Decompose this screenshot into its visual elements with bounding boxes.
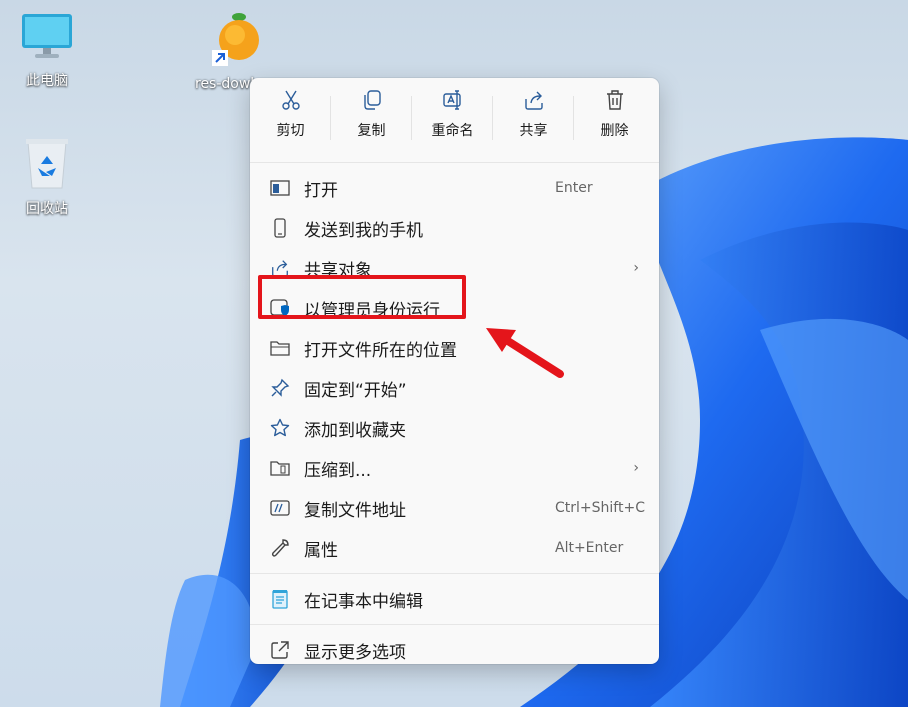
folder-icon xyxy=(268,336,292,360)
chevron-right-icon: › xyxy=(633,460,639,476)
external-link-icon xyxy=(268,638,292,662)
wrench-icon xyxy=(268,536,292,560)
copy-label: 复制 xyxy=(357,123,386,139)
menu-item-label: 属性 xyxy=(304,540,338,561)
menu-item-show-more-options[interactable]: 显示更多选项 xyxy=(250,630,659,670)
menu-item-add-to-favorites[interactable]: 添加到收藏夹 xyxy=(250,408,659,448)
menu-item-label: 发送到我的手机 xyxy=(304,220,423,241)
menu-item-label: 复制文件地址 xyxy=(304,500,406,521)
monitor-icon xyxy=(19,12,75,66)
star-icon xyxy=(268,416,292,440)
menu-item-label: 在记事本中编辑 xyxy=(304,591,423,612)
delete-button[interactable]: 删除 xyxy=(574,88,655,140)
desktop-icon-label: 回收站 xyxy=(26,201,68,217)
window-icon xyxy=(268,176,292,200)
rename-icon xyxy=(441,88,465,112)
shortcut-label: Alt+Enter xyxy=(555,540,624,556)
rename-button[interactable]: 重命名 xyxy=(412,88,493,140)
phone-icon xyxy=(268,216,292,240)
menu-item-open-file-location[interactable]: 打开文件所在的位置 xyxy=(250,328,659,368)
menu-item-edit-in-notepad[interactable]: 在记事本中编辑 xyxy=(250,579,659,619)
copy-icon xyxy=(360,88,384,112)
menu-item-copy-as-path[interactable]: 复制文件地址 Ctrl+Shift+C xyxy=(250,488,659,528)
desktop: 此电脑 res-dowl 回收站 剪切 复制 重命名 共享 删除 打开 Ente… xyxy=(0,0,908,707)
copy-path-icon xyxy=(268,496,292,520)
cut-button[interactable]: 剪切 xyxy=(250,88,331,140)
menu-item-label: 压缩到... xyxy=(304,460,372,481)
menu-item-open[interactable]: 打开 Enter xyxy=(250,168,659,208)
shortcut-label: Ctrl+Shift+C xyxy=(555,500,645,516)
trash-icon xyxy=(603,88,627,112)
scissors-icon xyxy=(279,88,303,112)
menu-item-pin-to-start[interactable]: 固定到“开始” xyxy=(250,368,659,408)
delete-label: 删除 xyxy=(600,123,629,139)
recycle-bin-icon xyxy=(22,136,72,194)
desktop-icon-label: 此电脑 xyxy=(26,73,68,89)
orange-app-icon xyxy=(205,10,265,72)
menu-item-label: 添加到收藏夹 xyxy=(304,420,406,441)
menu-item-label: 打开文件所在的位置 xyxy=(304,340,457,361)
notepad-icon xyxy=(268,587,292,611)
menu-item-properties[interactable]: 属性 Alt+Enter xyxy=(250,528,659,568)
copy-button[interactable]: 复制 xyxy=(331,88,412,140)
chevron-right-icon: › xyxy=(633,260,639,276)
quick-action-bar: 剪切 复制 重命名 共享 删除 xyxy=(250,78,659,162)
share-icon xyxy=(522,88,546,112)
share-button[interactable]: 共享 xyxy=(493,88,574,140)
pin-icon xyxy=(268,376,292,400)
zip-folder-icon xyxy=(268,456,292,480)
shortcut-label: Enter xyxy=(555,180,593,196)
rename-label: 重命名 xyxy=(431,123,474,139)
menu-item-label: 固定到“开始” xyxy=(304,380,407,401)
cut-label: 剪切 xyxy=(276,123,305,139)
annotation-arrow xyxy=(486,328,564,378)
menu-item-label: 显示更多选项 xyxy=(304,642,406,663)
desktop-icon-this-pc[interactable]: 此电脑 xyxy=(7,12,87,90)
menu-item-send-to-phone[interactable]: 发送到我的手机 xyxy=(250,208,659,248)
context-menu: 剪切 复制 重命名 共享 删除 打开 Enter 发送到我的手机 共享对象 › … xyxy=(250,78,659,664)
highlight-box xyxy=(258,275,466,319)
menu-item-compress-to[interactable]: 压缩到... › xyxy=(250,448,659,488)
menu-item-label: 打开 xyxy=(304,180,338,201)
desktop-icon-recycle-bin[interactable]: 回收站 xyxy=(7,136,87,218)
share-label: 共享 xyxy=(519,123,548,139)
